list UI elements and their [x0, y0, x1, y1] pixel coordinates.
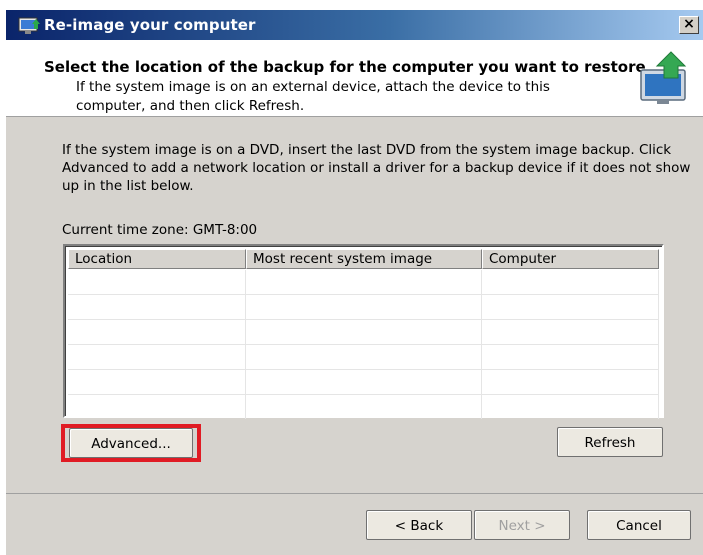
page-description: If the system image is on an external de… — [76, 79, 550, 114]
instructions-text: If the system image is on a DVD, insert … — [62, 142, 691, 194]
list-row — [68, 320, 659, 345]
refresh-button[interactable]: Refresh — [557, 427, 663, 457]
next-button[interactable]: Next > — [474, 510, 570, 540]
page-title: Select the location of the backup for th… — [44, 58, 646, 76]
list-row — [68, 370, 659, 395]
column-header-computer[interactable]: Computer — [482, 249, 659, 269]
list-header: Location Most recent system image Comput… — [68, 249, 659, 269]
window-title: Re-image your computer — [44, 16, 256, 34]
column-header-location[interactable]: Location — [68, 249, 246, 269]
column-header-most-recent-image[interactable]: Most recent system image — [246, 249, 482, 269]
advanced-button-highlight — [61, 424, 201, 462]
list-row — [68, 395, 659, 419]
reimage-dialog: Re-image your computer × Select the loca… — [0, 0, 703, 555]
list-row — [68, 345, 659, 370]
timezone-label: Current time zone: GMT-8:00 — [62, 222, 258, 238]
title-bar[interactable]: Re-image your computer × — [6, 10, 703, 40]
computer-restore-icon — [18, 17, 40, 34]
list-body — [68, 270, 659, 419]
list-row — [68, 270, 659, 295]
list-row — [68, 295, 659, 320]
backup-location-list[interactable]: Location Most recent system image Comput… — [63, 244, 664, 419]
close-button[interactable]: × — [679, 16, 699, 34]
wizard-header: Select the location of the backup for th… — [6, 40, 703, 117]
back-button[interactable]: < Back — [366, 510, 472, 540]
cancel-button[interactable]: Cancel — [587, 510, 691, 540]
restore-computer-icon — [640, 51, 687, 104]
